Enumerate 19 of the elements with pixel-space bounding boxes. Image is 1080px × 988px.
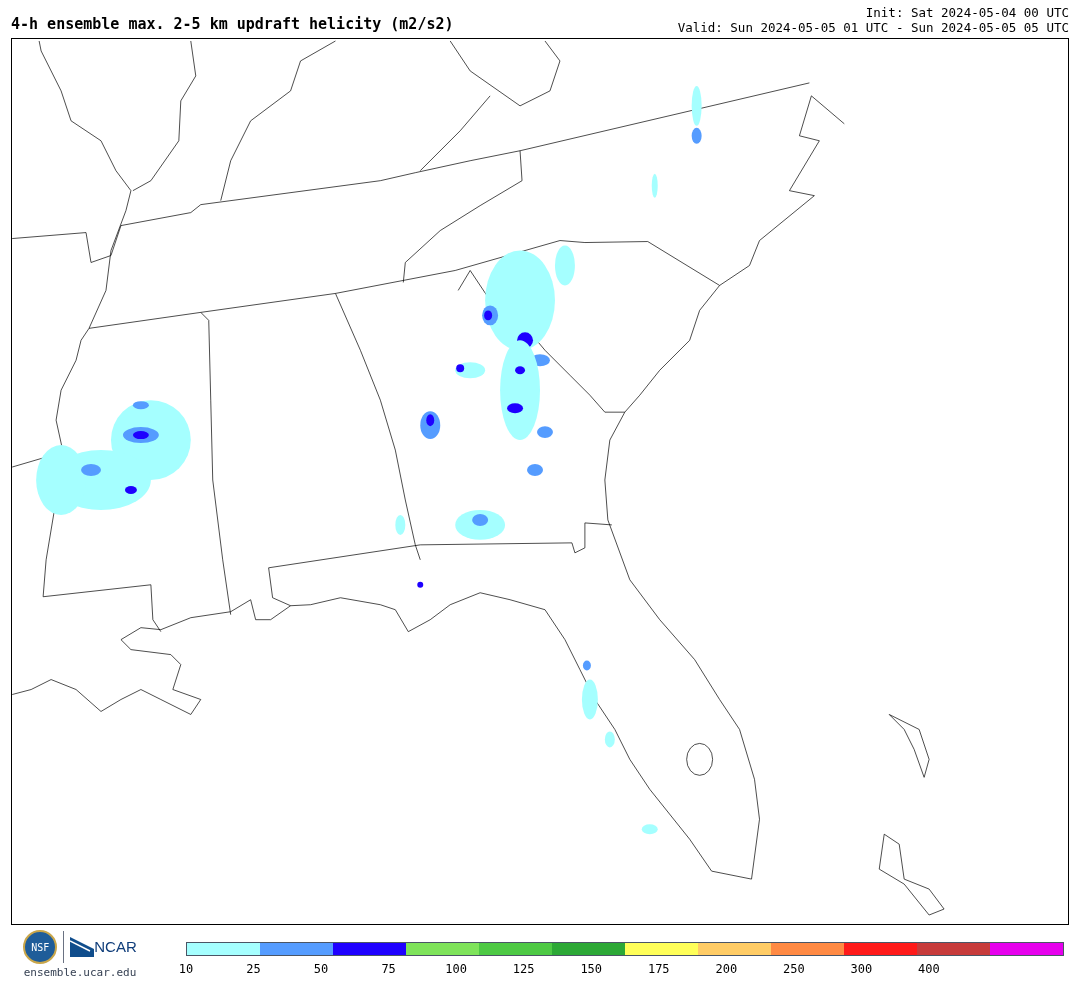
legend-tick-label: 200 xyxy=(715,961,738,978)
legend-tick-label: 10 xyxy=(178,961,194,978)
legend-tick-label: 300 xyxy=(850,961,873,978)
map-title: 4-h ensemble max. 2-5 km updraft helicity (m2/s2) xyxy=(11,13,454,35)
ncar-logo-icon xyxy=(70,937,95,957)
valid-time: Valid: Sun 2024-05-05 01 UTC - Sun 2024-05-05 05 UTC xyxy=(677,20,1069,35)
legend-tick-label: 50 xyxy=(313,961,329,978)
site-url: ensemble.ucar.edu xyxy=(23,965,137,981)
legend-tick-label: 25 xyxy=(246,961,261,978)
legend-tick-label: 400 xyxy=(918,961,940,978)
legend-tick-label: 150 xyxy=(580,961,603,978)
ncar-logo-text: NCAR xyxy=(94,936,137,957)
legend-tick-label: 75 xyxy=(381,961,396,978)
legend-tick-label: 250 xyxy=(783,961,805,978)
nsf-logo: NSF xyxy=(23,930,58,964)
legend-tick-label: 100 xyxy=(445,961,467,978)
init-time: Init: Sat 2024-05-04 00 UTC xyxy=(865,5,1069,20)
legend-tick-label: 175 xyxy=(647,961,670,978)
legend-tick-label: 125 xyxy=(512,961,535,978)
